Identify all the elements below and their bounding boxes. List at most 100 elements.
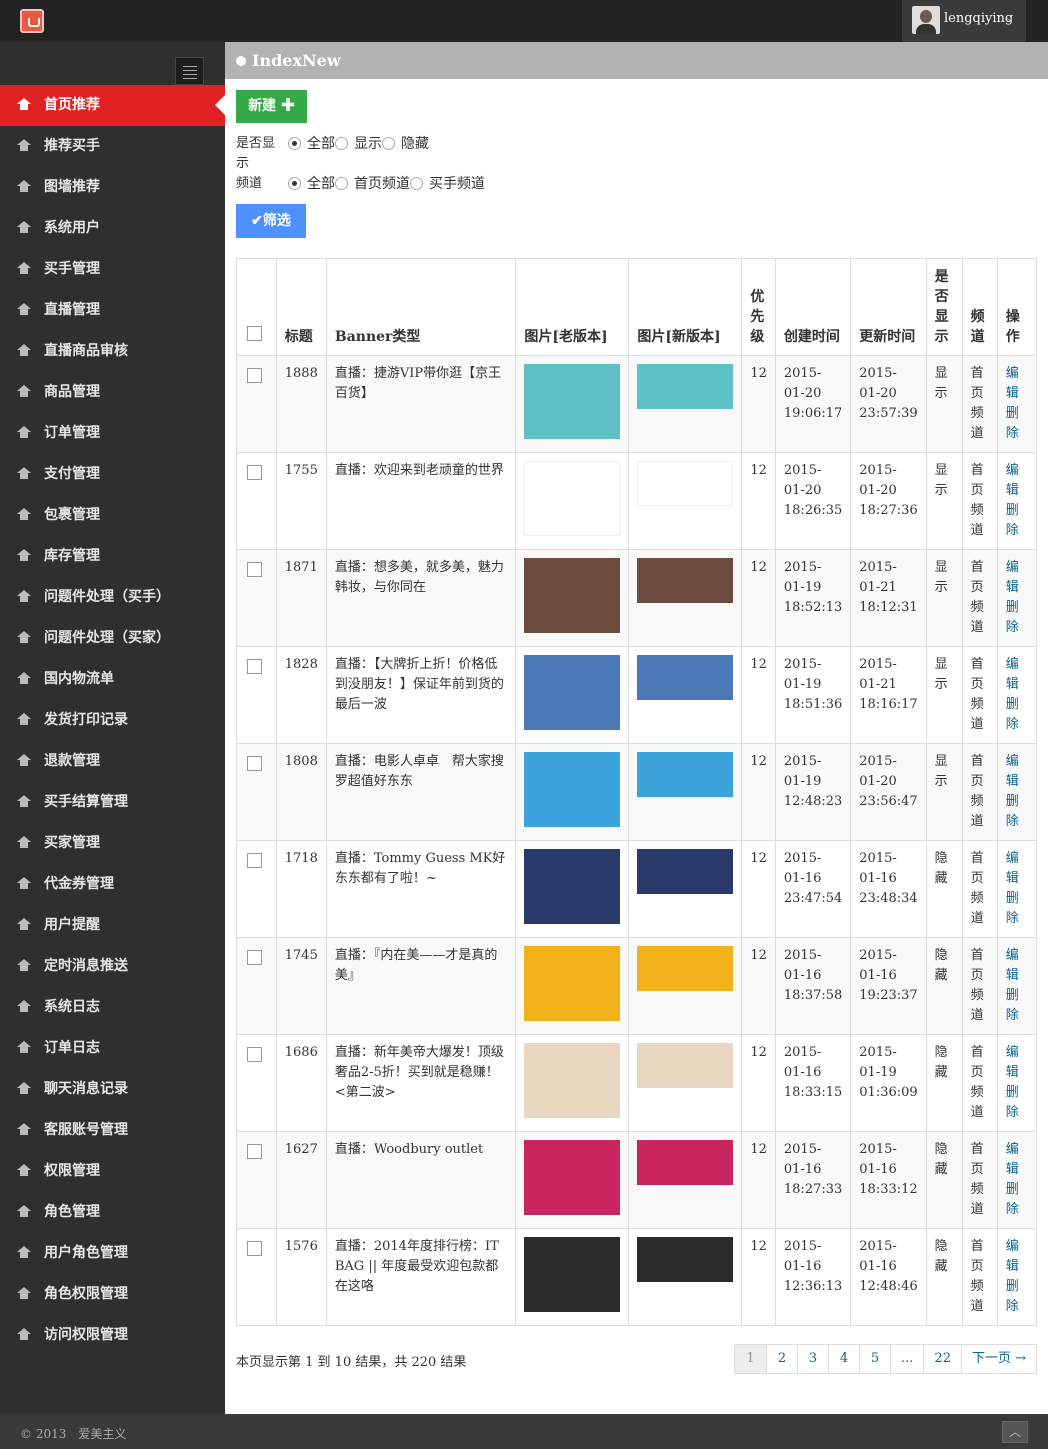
sidebar-item[interactable]: 库存管理: [0, 536, 225, 577]
sidebar-item[interactable]: 角色权限管理: [0, 1274, 225, 1315]
sidebar-item[interactable]: 问题件处理（买手）: [0, 577, 225, 618]
column-header[interactable]: 图片[新版本]: [628, 258, 743, 356]
page-link[interactable]: 22: [923, 1345, 961, 1373]
radio-button[interactable]: [288, 177, 301, 190]
edit-link[interactable]: 编辑: [1006, 463, 1019, 498]
sidebar-item[interactable]: 订单管理: [0, 413, 225, 454]
row-checkbox[interactable]: [247, 1241, 262, 1256]
delete-link[interactable]: 删除: [1006, 1182, 1019, 1217]
sidebar-item[interactable]: 买手管理: [0, 249, 225, 290]
column-header[interactable]: 标题: [275, 258, 327, 356]
edit-link[interactable]: 编辑: [1006, 1239, 1019, 1274]
page-link[interactable]: ...: [890, 1345, 923, 1373]
sidebar-item[interactable]: 国内物流单: [0, 659, 225, 700]
radio-option[interactable]: 买手频道: [410, 174, 485, 194]
sidebar-item[interactable]: 聊天消息记录: [0, 1069, 225, 1110]
sidebar-item[interactable]: 支付管理: [0, 454, 225, 495]
delete-link[interactable]: 删除: [1006, 503, 1019, 538]
sidebar-item[interactable]: 用户提醒: [0, 905, 225, 946]
column-header[interactable]: 操作: [996, 258, 1038, 356]
sidebar-item[interactable]: 推荐买手: [0, 126, 225, 167]
sidebar-item[interactable]: 系统用户: [0, 208, 225, 249]
column-header[interactable]: 更新时间: [850, 258, 927, 356]
row-checkbox[interactable]: [247, 950, 262, 965]
edit-link[interactable]: 编辑: [1006, 754, 1019, 789]
column-header[interactable]: 是否显示: [925, 258, 963, 356]
radio-button[interactable]: [335, 177, 348, 190]
page-link[interactable]: 3: [797, 1345, 828, 1373]
shopping-bag-icon[interactable]: [20, 9, 44, 33]
delete-link[interactable]: 删除: [1006, 988, 1019, 1023]
delete-link[interactable]: 删除: [1006, 1279, 1019, 1314]
edit-link[interactable]: 编辑: [1006, 1045, 1019, 1080]
row-checkbox[interactable]: [247, 368, 262, 383]
column-header[interactable]: 图片[老版本]: [515, 258, 630, 356]
sidebar-item[interactable]: 系统日志: [0, 987, 225, 1028]
row-checkbox[interactable]: [247, 1047, 262, 1062]
sidebar-item[interactable]: 图墙推荐: [0, 167, 225, 208]
radio-button[interactable]: [410, 177, 423, 190]
chevron-up-icon[interactable]: ︿: [1002, 1421, 1028, 1443]
next-page-link[interactable]: 下一页 →: [960, 1345, 1036, 1373]
page-link[interactable]: 2: [766, 1345, 797, 1373]
column-header[interactable]: 创建时间: [774, 258, 852, 356]
radio-option[interactable]: 显示: [335, 134, 382, 154]
edit-link[interactable]: 编辑: [1006, 851, 1019, 886]
edit-link[interactable]: 编辑: [1006, 1142, 1019, 1177]
sidebar-item[interactable]: 买手结算管理: [0, 782, 225, 823]
page-link[interactable]: 1: [735, 1345, 767, 1373]
avatar[interactable]: [912, 6, 940, 34]
delete-link[interactable]: 删除: [1006, 891, 1019, 926]
user-menu[interactable]: lengqiying ⌄: [902, 0, 1026, 42]
chevron-down-icon[interactable]: ⌄: [1005, 11, 1014, 24]
sidebar-item[interactable]: 直播商品审核: [0, 331, 225, 372]
radio-option[interactable]: 全部: [288, 174, 335, 194]
radio-option[interactable]: 隐藏: [382, 134, 429, 154]
sidebar-item[interactable]: 访问权限管理: [0, 1315, 225, 1356]
sidebar-item[interactable]: 首页推荐: [0, 85, 225, 126]
delete-link[interactable]: 删除: [1006, 600, 1019, 635]
sidebar-toggle-button[interactable]: [175, 57, 204, 85]
edit-link[interactable]: 编辑: [1006, 366, 1019, 401]
delete-link[interactable]: 删除: [1006, 1085, 1019, 1120]
sidebar-item[interactable]: 直播管理: [0, 290, 225, 331]
radio-button[interactable]: [382, 137, 395, 150]
page-link[interactable]: 4: [828, 1345, 859, 1373]
new-button[interactable]: 新建 ✚: [236, 90, 307, 123]
delete-link[interactable]: 删除: [1006, 406, 1019, 441]
sidebar-item[interactable]: 发货打印记录: [0, 700, 225, 741]
row-checkbox[interactable]: [247, 756, 262, 771]
column-header[interactable]: 频道: [961, 258, 998, 356]
sidebar-item[interactable]: 问题件处理（买家）: [0, 618, 225, 659]
column-header[interactable]: 优先级: [741, 258, 776, 356]
radio-option[interactable]: 首页频道: [335, 174, 410, 194]
sidebar-item[interactable]: 定时消息推送: [0, 946, 225, 987]
row-checkbox[interactable]: [247, 659, 262, 674]
radio-button[interactable]: [335, 137, 348, 150]
filter-button[interactable]: ✔筛选: [236, 204, 306, 238]
delete-link[interactable]: 删除: [1006, 697, 1019, 732]
sidebar-item[interactable]: 权限管理: [0, 1151, 225, 1192]
column-header[interactable]: Banner类型: [325, 258, 517, 356]
radio-option[interactable]: 全部: [288, 134, 335, 154]
sidebar-item[interactable]: 用户角色管理: [0, 1233, 225, 1274]
sidebar-item[interactable]: 退款管理: [0, 741, 225, 782]
sidebar-item[interactable]: 商品管理: [0, 372, 225, 413]
edit-link[interactable]: 编辑: [1006, 948, 1019, 983]
radio-button[interactable]: [288, 137, 301, 150]
select-all-checkbox[interactable]: [247, 326, 262, 341]
sidebar-item[interactable]: 代金券管理: [0, 864, 225, 905]
sidebar-item[interactable]: 客服账号管理: [0, 1110, 225, 1151]
page-link[interactable]: 5: [859, 1345, 890, 1373]
sidebar-item[interactable]: 买家管理: [0, 823, 225, 864]
row-checkbox[interactable]: [247, 562, 262, 577]
row-checkbox[interactable]: [247, 1144, 262, 1159]
row-checkbox[interactable]: [247, 853, 262, 868]
sidebar-item[interactable]: 包裹管理: [0, 495, 225, 536]
row-checkbox[interactable]: [247, 465, 262, 480]
sidebar-item[interactable]: 角色管理: [0, 1192, 225, 1233]
username[interactable]: lengqiying: [944, 11, 1013, 26]
sidebar-item[interactable]: 订单日志: [0, 1028, 225, 1069]
edit-link[interactable]: 编辑: [1006, 657, 1019, 692]
delete-link[interactable]: 删除: [1006, 794, 1019, 829]
